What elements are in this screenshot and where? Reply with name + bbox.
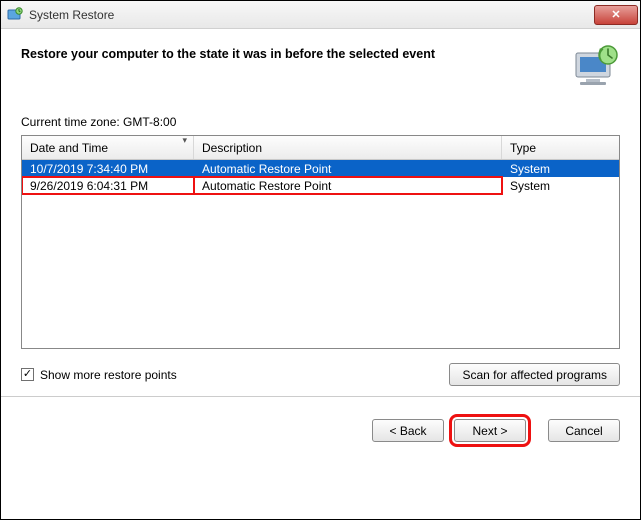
- cell-description: Automatic Restore Point: [194, 160, 502, 177]
- column-description[interactable]: Description: [194, 136, 502, 159]
- divider: [1, 396, 640, 397]
- cancel-button[interactable]: Cancel: [548, 419, 620, 442]
- next-button[interactable]: Next >: [454, 419, 526, 442]
- restore-icon: [570, 45, 620, 89]
- cell-description: Automatic Restore Point: [194, 177, 502, 194]
- wizard-buttons: < Back Next > Cancel: [1, 419, 640, 456]
- restore-points-table: Date and Time ▾ Description Type 10/7/20…: [21, 135, 620, 349]
- table-header: Date and Time ▾ Description Type: [22, 136, 619, 160]
- page-heading: Restore your computer to the state it wa…: [21, 45, 558, 61]
- column-type-label: Type: [510, 141, 536, 155]
- check-icon: ✓: [23, 369, 32, 380]
- cell-type: System: [502, 177, 619, 194]
- table-row[interactable]: 10/7/2019 7:34:40 PMAutomatic Restore Po…: [22, 160, 619, 177]
- column-type[interactable]: Type: [502, 136, 619, 159]
- column-datetime[interactable]: Date and Time ▾: [22, 136, 194, 159]
- sort-indicator-icon: ▾: [182, 135, 187, 146]
- table-row[interactable]: 9/26/2019 6:04:31 PMAutomatic Restore Po…: [22, 177, 619, 194]
- scan-programs-button[interactable]: Scan for affected programs: [449, 363, 620, 386]
- close-button[interactable]: ✕: [594, 5, 638, 25]
- close-icon: ✕: [611, 8, 620, 21]
- cell-datetime: 10/7/2019 7:34:40 PM: [22, 160, 194, 177]
- column-description-label: Description: [202, 141, 262, 155]
- table-body: 10/7/2019 7:34:40 PMAutomatic Restore Po…: [22, 160, 619, 194]
- cell-type: System: [502, 160, 619, 177]
- column-datetime-label: Date and Time: [30, 141, 108, 155]
- timezone-label: Current time zone: GMT-8:00: [21, 115, 620, 129]
- back-button[interactable]: < Back: [372, 419, 444, 442]
- cell-datetime: 9/26/2019 6:04:31 PM: [22, 177, 194, 194]
- app-icon: [7, 7, 23, 23]
- title-bar: System Restore ✕: [1, 1, 640, 29]
- show-more-checkbox[interactable]: ✓: [21, 368, 34, 381]
- show-more-label: Show more restore points: [40, 368, 177, 382]
- window-title: System Restore: [29, 8, 594, 22]
